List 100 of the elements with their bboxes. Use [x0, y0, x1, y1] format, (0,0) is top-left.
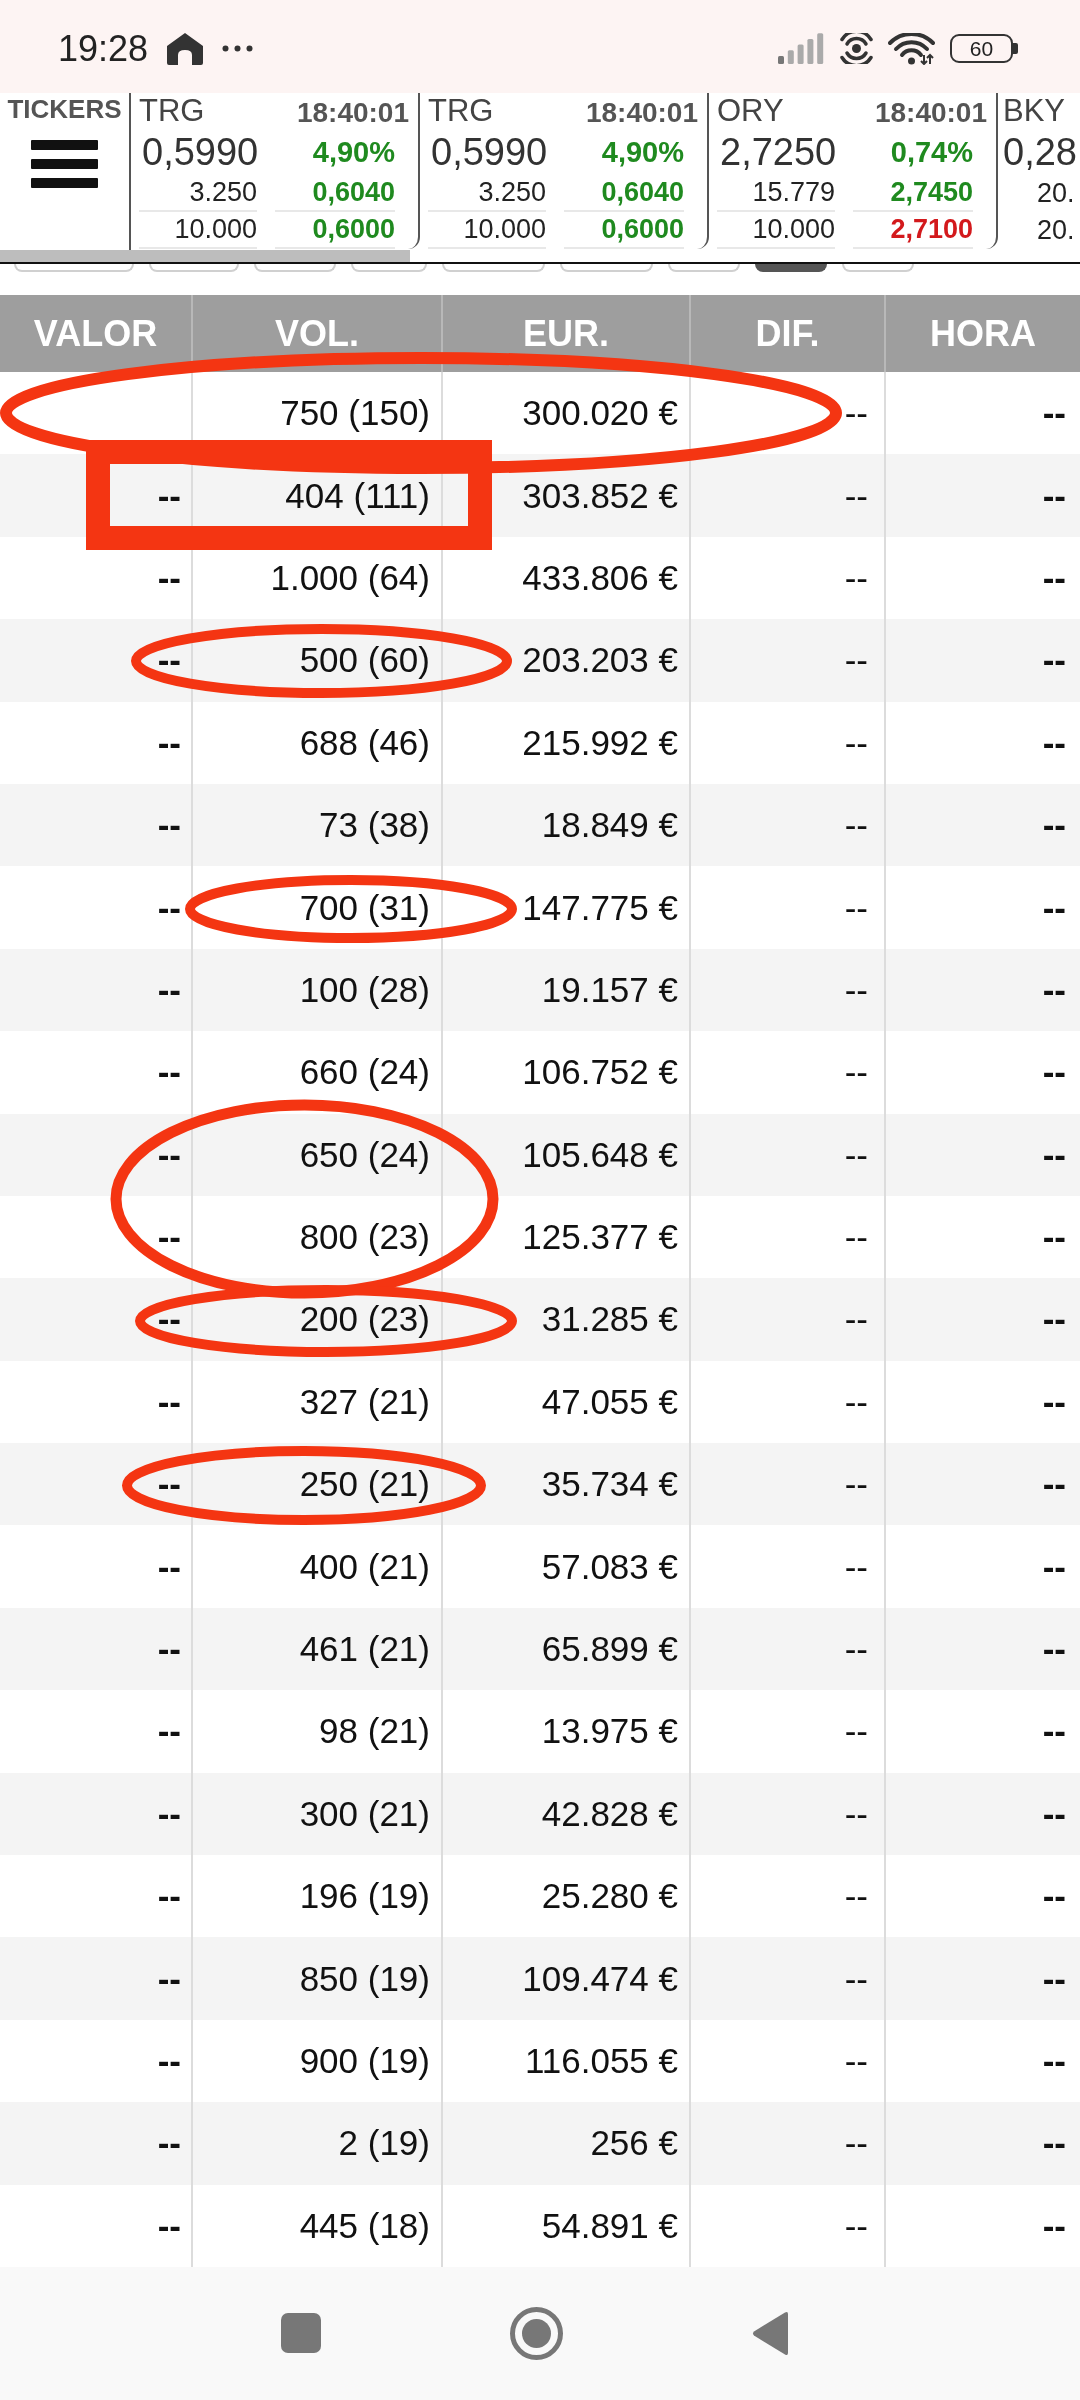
table-cell: 106.752 €: [522, 1052, 678, 1093]
table-row[interactable]: -- 650 (24) 105.648 € -- --: [0, 1113, 1080, 1196]
table-cell: 18.849 €: [541, 805, 678, 846]
table-cell: 900 (19): [299, 2041, 430, 2081]
table-cell: --: [157, 805, 181, 846]
table-cell: 700 (31): [299, 887, 430, 928]
table-cell: --: [844, 393, 868, 434]
table-cell: --: [1042, 1299, 1066, 1340]
more-icon: [222, 45, 254, 52]
table-cell: 445 (18): [299, 2205, 430, 2246]
table-cell: --: [1042, 1958, 1066, 1999]
table-cell: --: [157, 640, 181, 681]
table-cell: 100 (28): [299, 969, 430, 1010]
ticker-symbol: TRG: [428, 93, 494, 129]
table-row[interactable]: -- 73 (38) 18.849 € -- --: [0, 783, 1080, 867]
ticker-price: 0,5990: [430, 130, 548, 174]
table-cell: --: [157, 1299, 181, 1340]
table-cell: 203.203 €: [522, 640, 678, 681]
table-cell: --: [157, 1381, 181, 1422]
battery-indicator: 60: [950, 34, 1018, 63]
table-row[interactable]: -- 2 (19) 256 € -- --: [0, 2102, 1080, 2185]
table-row[interactable]: -- 461 (21) 65.899 € -- --: [0, 1607, 1080, 1691]
table-cell: --: [1042, 722, 1066, 763]
table-cell: --: [1042, 805, 1066, 846]
table-cell: 500 (60): [299, 640, 430, 681]
home-button-icon[interactable]: [509, 2307, 563, 2360]
table-cell: --: [844, 805, 868, 846]
table-cell: --: [1042, 1793, 1066, 1834]
table-cell: --: [844, 1052, 868, 1093]
table-cell: 660 (24): [299, 1052, 430, 1093]
table-cell: --: [844, 1958, 868, 1999]
table-cell: --: [1042, 2123, 1066, 2164]
ticker-card[interactable]: BKY 0,28 20. 20.: [998, 93, 1080, 249]
table-cell: 750 (150): [280, 393, 430, 434]
table-cell: 98 (21): [319, 1711, 430, 1752]
table-cell: --: [157, 2041, 181, 2081]
table-cell: 433.806 €: [522, 557, 678, 598]
table-cell: --: [844, 1629, 868, 1670]
ticker-time: 18:40:01: [874, 96, 987, 129]
table-cell: --: [1042, 2041, 1066, 2081]
table-cell: 650 (24): [299, 1134, 430, 1175]
table-cell: --: [1042, 640, 1066, 681]
table-cell: --: [1042, 1052, 1066, 1093]
table-cell: --: [157, 557, 181, 598]
ticker-quantity: 20.: [1036, 177, 1076, 210]
signal-icon: [778, 33, 825, 64]
ticker-symbol: ORY: [717, 93, 784, 129]
table-cell: 215.992 €: [522, 722, 678, 763]
filter-chip[interactable]: [755, 264, 827, 272]
ticker-card[interactable]: TRG 18:40:01 0,5990 4,90% 3.250 0,6040 10.000 0,6000: [420, 93, 709, 249]
table-cell: 461 (21): [299, 1629, 430, 1670]
table-cell: 65.899 €: [541, 1629, 678, 1670]
recents-icon[interactable]: [281, 2313, 321, 2354]
ticker-quantity: 10.000: [428, 212, 546, 249]
table-cell: --: [844, 887, 868, 928]
table-cell: 688 (46): [299, 722, 430, 763]
table-cell: --: [157, 1134, 181, 1175]
table-cell: 125.377 €: [522, 1217, 678, 1258]
table-cell: 404 (111): [285, 475, 430, 516]
table-cell: --: [157, 722, 181, 763]
table-cell: --: [844, 1711, 868, 1752]
table-cell: --: [1042, 1546, 1066, 1587]
table-cell: 13.975 €: [541, 1711, 678, 1752]
table-cell: --: [844, 1876, 868, 1917]
table-cell: --: [157, 1217, 181, 1258]
ticker-quantity: 3.250: [428, 175, 546, 212]
ticker-symbol: TRG: [139, 93, 205, 129]
ticker-symbol: BKY: [1003, 93, 1066, 129]
table-row[interactable]: -- 100 (28) 19.157 € -- --: [0, 948, 1080, 1032]
table-cell: --: [1042, 1464, 1066, 1505]
menu-icon[interactable]: [31, 140, 98, 188]
table-cell: --: [844, 1299, 868, 1340]
table-cell: --: [157, 1793, 181, 1834]
table-cell: --: [157, 1958, 181, 1999]
table-cell: --: [844, 2041, 868, 2081]
back-icon[interactable]: [752, 2311, 790, 2356]
table-row[interactable]: -- 250 (21) 35.734 € -- --: [0, 1443, 1080, 1526]
ticker-change: 4,90%: [601, 135, 685, 169]
table-cell: --: [1042, 1217, 1066, 1258]
table-cell: --: [844, 1464, 868, 1505]
table-row[interactable]: -- 500 (60) 203.203 € -- --: [0, 619, 1080, 702]
table-cell: --: [844, 1134, 868, 1175]
table-cell: 250 (21): [299, 1464, 430, 1505]
table-cell: --: [844, 722, 868, 763]
table-cell: --: [844, 1217, 868, 1258]
table-row[interactable]: -- 300 (21) 42.828 € -- --: [0, 1772, 1080, 1856]
table-cell: --: [157, 1876, 181, 1917]
hotspot-icon: [840, 33, 873, 64]
table-cell: --: [157, 969, 181, 1010]
home-icon: [166, 31, 205, 66]
table-cell: --: [157, 887, 181, 928]
table-row[interactable]: -- 200 (23) 31.285 € -- --: [0, 1278, 1080, 1361]
ticker-price: 2,7250: [719, 130, 837, 174]
table-row[interactable]: -- 850 (19) 109.474 € -- --: [0, 1937, 1080, 2020]
ticker-card[interactable]: ORY 18:40:01 2,7250 0,74% 15.779 2,7450 10.000 2,7100: [709, 93, 998, 249]
ticker-quantity: 10.000: [717, 212, 835, 249]
ticker-quantity: 20.: [1036, 214, 1076, 247]
ticker-quote: 2,7100: [853, 212, 973, 249]
table-cell: --: [844, 2123, 868, 2164]
table-cell: --: [844, 640, 868, 681]
